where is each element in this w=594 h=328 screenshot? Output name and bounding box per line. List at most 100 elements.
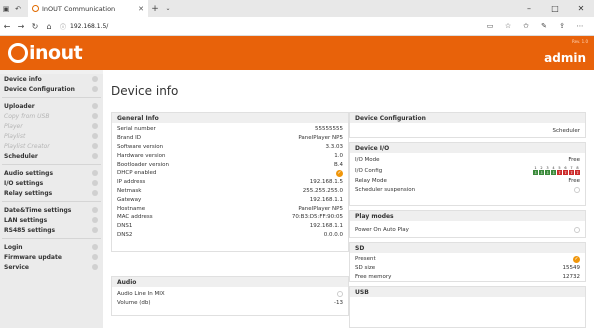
- info-value: 192.168.1.1: [309, 196, 343, 203]
- sidebar-item-audio-settings[interactable]: Audio settings: [0, 168, 103, 178]
- info-label: Hostname: [117, 205, 146, 212]
- sd-present-check-icon: ✓: [573, 255, 580, 263]
- sd-size-row: SD size 15549: [350, 264, 585, 273]
- sidebar-item-device-configuration[interactable]: Device Configuration: [0, 84, 103, 94]
- tab-dropdown-icon[interactable]: ⌄: [162, 5, 174, 12]
- sd-size-value: 15549: [562, 265, 581, 272]
- info-value: 192.168.1.5: [309, 179, 343, 186]
- info-value: 255.255.255.0: [302, 187, 343, 194]
- io-config-row: I/O Config 1 ⇩ 2 ⇩ 3 ⇩ 4 ⇩ 5 ⇧ 6 ⇧ 7 ⇧ 8 ⇧: [350, 165, 585, 177]
- sidebar-item-uploader[interactable]: Uploader: [0, 101, 103, 111]
- sidebar-item-label: Relay settings: [4, 189, 53, 197]
- sidebar-item-io-settings[interactable]: I/O settings: [0, 178, 103, 188]
- sidebar-dot-icon: [92, 86, 98, 92]
- reading-view-icon[interactable]: ▭: [482, 22, 498, 30]
- dhcp-check-icon: ✓: [336, 169, 343, 177]
- sidebar-item-label: Date&Time settings: [4, 206, 72, 214]
- io-cell: 7 ⇧: [569, 166, 574, 176]
- info-row: DNS2 0.0.0.0: [112, 231, 348, 240]
- info-value: 1.0: [334, 152, 343, 159]
- info-row: Brand ID PanelPlayer NP5: [112, 134, 348, 143]
- output-arrow-icon: ⇧: [557, 170, 562, 176]
- back-icon[interactable]: ←: [0, 22, 14, 31]
- page-title: Device info: [111, 84, 179, 98]
- minimize-icon[interactable]: –: [516, 4, 542, 13]
- info-label: MAC address: [117, 214, 153, 221]
- power-on-auto-play-toggle[interactable]: [574, 227, 580, 233]
- forward-icon[interactable]: →: [14, 22, 28, 31]
- card-header: Audio: [112, 277, 348, 287]
- url-field[interactable]: ⓘ 192.168.1.5/: [60, 22, 108, 31]
- sched-label: Scheduler suspension: [355, 186, 416, 193]
- line-in-mix-toggle[interactable]: [337, 291, 343, 298]
- close-window-icon[interactable]: ✕: [568, 4, 594, 13]
- info-row: Serial number 55555555: [112, 125, 348, 134]
- card-header: Play modes: [350, 211, 585, 221]
- info-value: 3.3.03: [325, 143, 344, 150]
- browser-tab-bar: ▣ ↶ InOUT Communication ✕ + ⌄ – □ ✕: [0, 0, 594, 17]
- refresh-icon[interactable]: ↻: [28, 22, 42, 31]
- home-icon[interactable]: ⌂: [42, 22, 56, 31]
- card-header: Device Configuration: [350, 113, 585, 123]
- config-value: Scheduler: [552, 127, 580, 134]
- scheduler-suspension-toggle[interactable]: [574, 186, 580, 193]
- info-row: Hostname PanelPlayer NP5: [112, 204, 348, 213]
- sidebar-item-label: Scheduler: [4, 152, 38, 160]
- header-version: Rev. 1.0: [571, 39, 588, 44]
- sidebar-item-service[interactable]: Service: [0, 262, 103, 272]
- sched-row: Scheduler suspension: [350, 186, 585, 195]
- audio-label: Audio Line In MIX: [117, 291, 165, 298]
- sidebar-item-firmware-update[interactable]: Firmware update: [0, 252, 103, 262]
- sidebar-dot-icon: [92, 254, 98, 260]
- info-label: Gateway: [117, 196, 142, 203]
- sidebar-item-label: Playlist Creator: [4, 142, 50, 150]
- sd-free-value: 12732: [562, 273, 581, 280]
- sidebar-dot-icon: [92, 76, 98, 82]
- tabs-aside-icon[interactable]: ↶: [12, 0, 24, 17]
- sidebar-item-label: I/O settings: [4, 179, 44, 187]
- input-arrow-icon: ⇩: [533, 170, 538, 176]
- sd-present-label: Present: [355, 256, 376, 263]
- sidebar-item-label: Firmware update: [4, 253, 62, 261]
- url-text: 192.168.1.5/: [70, 22, 109, 30]
- site-favicon-icon: [32, 5, 39, 12]
- audio-label: Volume (db): [117, 300, 151, 307]
- maximize-icon[interactable]: □: [542, 4, 568, 13]
- card-header: SD: [350, 243, 585, 253]
- sidebar-item-rs485-settings[interactable]: RS485 settings: [0, 225, 103, 235]
- sidebar-item-relay-settings[interactable]: Relay settings: [0, 188, 103, 198]
- tab-actions-icon[interactable]: ▣: [0, 0, 12, 17]
- inout-logo: inout: [8, 41, 83, 65]
- info-row: Software version 3.3.03: [112, 143, 348, 152]
- usb-card: USB: [349, 286, 586, 328]
- page-info-icon[interactable]: ⓘ: [60, 22, 66, 31]
- sidebar-item-device-info[interactable]: Device info: [0, 74, 103, 84]
- input-arrow-icon: ⇩: [545, 170, 550, 176]
- output-arrow-icon: ⇧: [563, 170, 568, 176]
- sidebar-item-lan-settings[interactable]: LAN settings: [0, 215, 103, 225]
- sidebar-item-login[interactable]: Login: [0, 242, 103, 252]
- play-modes-card: Play modes Power On Auto Play: [349, 210, 586, 238]
- sidebar-item-label: Copy from USB: [4, 112, 50, 120]
- sd-free-row: Free memory 12732: [350, 273, 585, 282]
- device-io-card: Device I/O I/O Mode Free I/O Config 1 ⇩ 2 ⇩ 3…: [349, 142, 586, 206]
- favorites-hub-icon[interactable]: ✩: [518, 22, 534, 30]
- sidebar-item-label: Device Configuration: [4, 85, 75, 93]
- share-icon[interactable]: ⇪: [554, 22, 570, 30]
- more-menu-icon[interactable]: ⋯: [572, 22, 588, 30]
- close-tab-icon[interactable]: ✕: [138, 5, 144, 13]
- sidebar: Device info Device Configuration Uploade…: [0, 74, 103, 328]
- favorite-star-icon[interactable]: ☆: [500, 22, 516, 30]
- info-row: Netmask 255.255.255.0: [112, 187, 348, 196]
- info-value: PanelPlayer NP5: [298, 205, 343, 212]
- info-row: Gateway 192.168.1.1: [112, 195, 348, 204]
- sidebar-item-scheduler[interactable]: Scheduler: [0, 151, 103, 161]
- sidebar-item-playlist: Playlist: [0, 131, 103, 141]
- info-value: PanelPlayer NP5: [298, 135, 343, 142]
- sidebar-item-datetime-settings[interactable]: Date&Time settings: [0, 205, 103, 215]
- new-tab-icon[interactable]: +: [148, 4, 162, 14]
- info-value: 192.168.1.1: [309, 223, 343, 230]
- sidebar-dot-icon: [92, 227, 98, 233]
- notes-pen-icon[interactable]: ✎: [536, 22, 552, 30]
- browser-tab[interactable]: InOUT Communication ✕: [28, 0, 148, 17]
